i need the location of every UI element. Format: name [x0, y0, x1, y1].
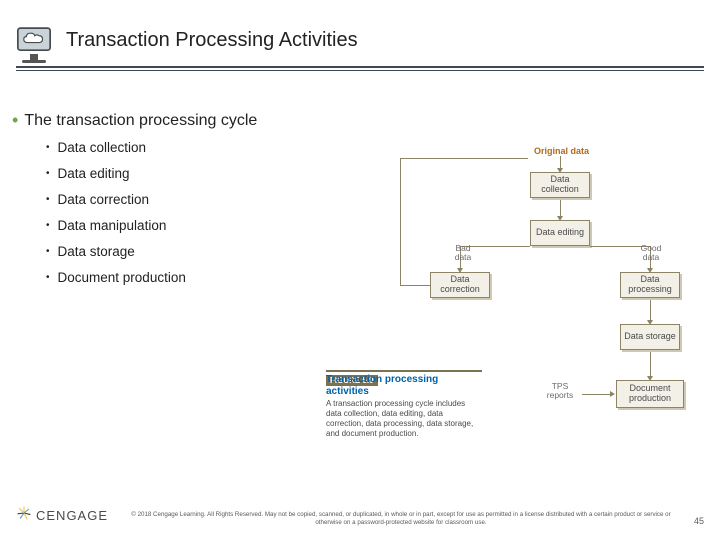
figure-title: Transaction processing activities [326, 374, 482, 397]
slide: Transaction Processing Activities • The … [0, 0, 720, 540]
cloud-monitor-icon [16, 26, 52, 54]
copyright-text: © 2018 Cengage Learning. All Rights Rese… [108, 511, 694, 526]
bullet-item-text: Data correction [58, 192, 150, 208]
figure-number-bar: FIGURE 5.9 [326, 370, 482, 372]
diagram-arrow [582, 394, 612, 395]
box-data-editing: Data editing [530, 220, 590, 246]
box-data-collection: Data collection [530, 172, 590, 198]
bullet-dot: • [12, 112, 18, 130]
page-number: 45 [694, 516, 704, 526]
footer: CENGAGE © 2018 Cengage Learning. All Rig… [16, 505, 704, 526]
bullet-level2: •Data storage [46, 244, 362, 260]
bullet-level2: •Data collection [46, 140, 362, 156]
diagram-arrowhead [610, 391, 615, 397]
slide-title: Transaction Processing Activities [66, 29, 358, 52]
diagram-arrow [560, 200, 561, 216]
diagram-arrow [400, 285, 430, 286]
bullet-l1-text: The transaction processing cycle [24, 112, 257, 130]
box-data-processing: Data processing [620, 272, 680, 298]
label-tps-reports: TPS reports [540, 382, 580, 401]
bullet-level2: •Data editing [46, 166, 362, 182]
box-data-correction: Data correction [430, 272, 490, 298]
diagram-arrow [400, 158, 528, 159]
bullet-level2: •Data correction [46, 192, 362, 208]
diagram-arrow [650, 352, 651, 376]
diagram-arrow [650, 300, 651, 320]
logo-text: CENGAGE [36, 508, 108, 523]
title-rule-thin [16, 70, 704, 71]
monitor-base [22, 60, 46, 63]
diagram-arrow [400, 158, 401, 285]
diagram-arrow [560, 156, 561, 168]
bullet-item-text: Data collection [58, 140, 147, 156]
figure-body: A transaction processing cycle includes … [326, 399, 482, 439]
bullet-list: • The transaction processing cycle •Data… [12, 112, 362, 296]
label-good-data: Good data [636, 244, 666, 263]
header-row: Transaction Processing Activities [16, 26, 704, 54]
bullet-item-text: Data manipulation [58, 218, 167, 234]
box-data-storage: Data storage [620, 324, 680, 350]
bullet-item-text: Data editing [58, 166, 130, 182]
bullet-item-text: Document production [58, 270, 186, 286]
box-document-production: Document production [616, 380, 684, 408]
title-rule-thick [16, 66, 704, 68]
bullet-level2: •Data manipulation [46, 218, 362, 234]
figure-caption: FIGURE 5.9 Transaction processing activi… [326, 370, 482, 439]
bullet-level2: •Document production [46, 270, 362, 286]
diagram-label-original-data: Original data [534, 146, 589, 156]
label-bad-data: Bad data [448, 244, 478, 263]
logo-burst-icon [16, 505, 32, 526]
bullet-level1: • The transaction processing cycle [12, 112, 362, 130]
cengage-logo: CENGAGE [16, 505, 108, 526]
bullet-item-text: Data storage [58, 244, 135, 260]
